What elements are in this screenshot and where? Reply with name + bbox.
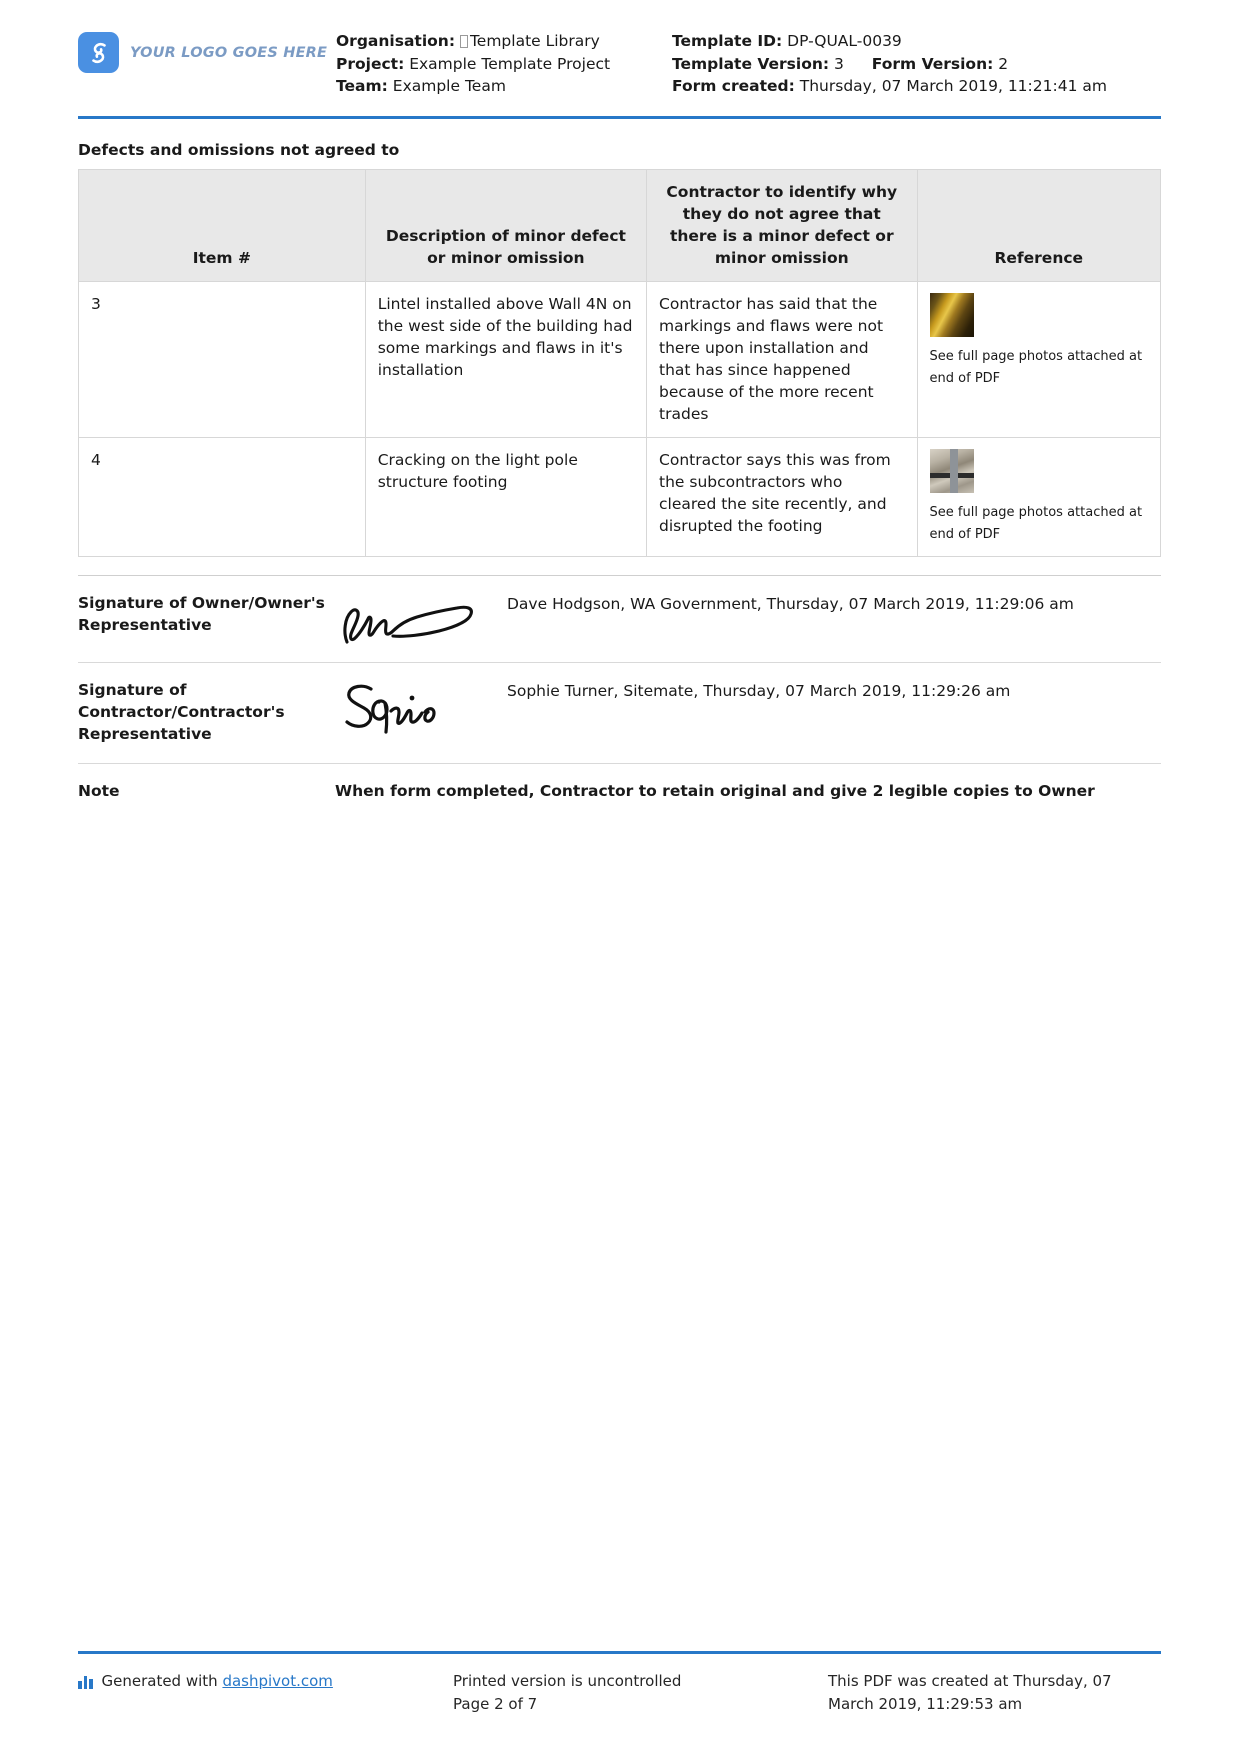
signature-meta-owner: Dave Hodgson, WA Government, Thursday, 0… [507, 595, 1074, 613]
table-row: 3 Lintel installed above Wall 4N on the … [78, 281, 1162, 438]
page-header: YOUR LOGO GOES HERE Organisation: Templa… [0, 0, 1239, 108]
table-head: Item # Description of minor defect or mi… [78, 169, 1162, 282]
signature-label-owner: Signature of Owner/Owner's Representativ… [78, 594, 325, 634]
form-version-label: Form Version: [871, 54, 994, 73]
cell-reference: See full page photos attached at end of … [916, 437, 1162, 557]
signature-meta-contractor: Sophie Turner, Sitemate, Thursday, 07 Ma… [507, 682, 1011, 700]
footer-generated-prefix: Generated with [101, 1672, 223, 1690]
project-line: Project: Example Template Project [336, 53, 672, 76]
note-text: When form completed, Contractor to retai… [335, 782, 1095, 800]
header-meta-right: Template ID: DP-QUAL-0039 Template Versi… [672, 18, 1161, 98]
form-version-value: 2 [998, 54, 1009, 73]
template-id-value: DP-QUAL-0039 [787, 32, 902, 50]
reference-note: See full page photos attached at end of … [929, 505, 1143, 542]
document-page: YOUR LOGO GOES HERE Organisation: Templa… [0, 0, 1239, 1754]
cell-item: 4 [78, 437, 366, 557]
signature-dave-hodgson [335, 592, 507, 644]
column-header-item: Item # [78, 169, 366, 282]
project-value: Example Template Project [409, 54, 611, 73]
logo-text: YOUR LOGO GOES HERE [130, 44, 328, 61]
reference-note: See full page photos attached at end of … [929, 349, 1143, 386]
table-body: 3 Lintel installed above Wall 4N on the … [78, 281, 1162, 557]
version-line: Template Version: 3 Form Version: 2 [672, 53, 1161, 76]
footer-page-number: Page 2 of 7 [453, 1695, 538, 1713]
signature-row-contractor: Signature of Contractor/Contractor's Rep… [78, 662, 1161, 763]
form-created-line: Form created: Thursday, 07 March 2019, 1… [672, 75, 1161, 98]
photo-thumbnail-light-pole [929, 449, 974, 493]
project-label: Project: [336, 54, 405, 73]
team-value: Example Team [392, 77, 506, 95]
footer-divider [78, 1651, 1161, 1654]
signature-label-contractor: Signature of Contractor/Contractor's Rep… [78, 681, 285, 743]
photo-thumbnail-lintel [929, 293, 974, 337]
team-line: Team: Example Team [336, 75, 672, 98]
form-created-label: Form created: [672, 77, 795, 95]
bar-chart-icon [78, 1674, 93, 1689]
template-version-label: Template Version: [672, 54, 830, 73]
section-title: Defects and omissions not agreed to [78, 141, 400, 159]
template-id-label: Template ID: [672, 32, 783, 50]
cell-contractor-reason: Contractor has said that the markings an… [646, 281, 918, 438]
signature-sophie-turner [335, 679, 507, 734]
header-meta-left: Organisation: Template Library Project: … [336, 18, 672, 98]
table-header-row: Item # Description of minor defect or mi… [78, 169, 1162, 282]
column-header-reference: Reference [916, 169, 1162, 282]
signatures-section: Signature of Owner/Owner's Representativ… [0, 575, 1239, 803]
cell-reference: See full page photos attached at end of … [916, 281, 1162, 438]
footer-pdf-created: This PDF was created at Thursday, 07 Mar… [828, 1672, 1112, 1713]
cell-description: Cracking on the light pole structure foo… [364, 437, 648, 557]
defects-table-wrap: Item # Description of minor defect or mi… [0, 169, 1239, 557]
cell-item: 3 [78, 281, 366, 438]
cell-description: Lintel installed above Wall 4N on the we… [364, 281, 648, 438]
footer-generated-text: Generated with dashpivot.com [102, 1670, 333, 1693]
footer-print-status: Printed version is uncontrolled Page 2 o… [453, 1670, 828, 1716]
page-footer: Generated with dashpivot.com Printed ver… [78, 1651, 1161, 1716]
team-label: Team: [336, 77, 388, 95]
cell-contractor-reason: Contractor says this was from the subcon… [646, 437, 918, 557]
defects-table: Item # Description of minor defect or mi… [78, 169, 1162, 557]
organisation-value: Template Library [469, 32, 600, 50]
missing-glyph-icon [459, 35, 468, 48]
template-id-line: Template ID: DP-QUAL-0039 [672, 30, 1161, 53]
table-row: 4 Cracking on the light pole structure f… [78, 437, 1162, 557]
template-version-value: 3 [834, 54, 844, 73]
organisation-line: Organisation: Template Library [336, 30, 672, 53]
footer-uncontrolled-text: Printed version is uncontrolled [453, 1672, 682, 1690]
column-header-description: Description of minor defect or minor omi… [364, 169, 648, 282]
signature-row-owner: Signature of Owner/Owner's Representativ… [78, 575, 1161, 662]
note-label: Note [78, 782, 120, 800]
footer-generated-with: Generated with dashpivot.com [78, 1670, 453, 1716]
form-created-value: Thursday, 07 March 2019, 11:21:41 am [799, 77, 1107, 95]
dashpivot-link[interactable]: dashpivot.com [222, 1672, 332, 1690]
footer-columns: Generated with dashpivot.com Printed ver… [78, 1670, 1161, 1716]
logo-block: YOUR LOGO GOES HERE [78, 18, 336, 73]
column-header-contractor-reason: Contractor to identify why they do not a… [646, 169, 918, 282]
organisation-label: Organisation: [336, 32, 456, 50]
dashpivot-logo-icon [78, 32, 119, 73]
note-row: Note When form completed, Contractor to … [78, 763, 1161, 803]
